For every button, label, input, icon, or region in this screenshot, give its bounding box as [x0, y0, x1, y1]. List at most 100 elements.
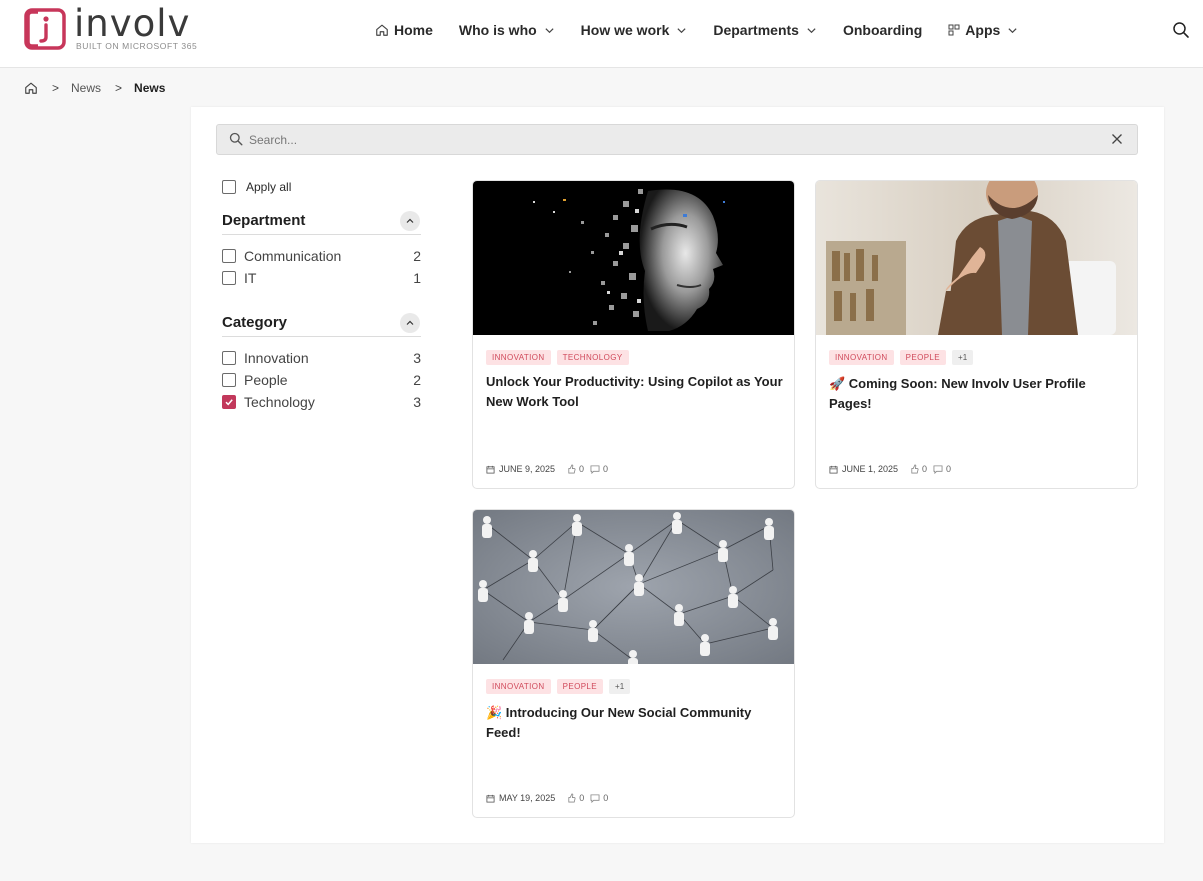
- collapse-button[interactable]: [400, 312, 420, 333]
- like-icon[interactable]: [910, 464, 919, 474]
- nav-who-is-who[interactable]: Who is who: [459, 22, 555, 38]
- header-search-button[interactable]: [1167, 16, 1195, 44]
- filter-group-title: Category: [222, 314, 288, 331]
- filter-checkbox[interactable]: [222, 271, 236, 285]
- filter-checkbox-checked[interactable]: [222, 395, 236, 409]
- nav-home-label: Home: [394, 22, 433, 38]
- news-card-date: JUNE 1, 2025: [842, 464, 899, 474]
- news-search-bar: [216, 124, 1138, 155]
- apply-all-checkbox[interactable]: [222, 180, 236, 194]
- news-card-comments: 0: [603, 793, 609, 803]
- apply-all-option[interactable]: Apply all: [222, 179, 421, 195]
- comment-icon[interactable]: [590, 464, 600, 474]
- filter-group-header[interactable]: Category: [222, 311, 421, 337]
- nav-how-we-work-label: How we work: [580, 22, 670, 38]
- news-card-likes: 0: [922, 464, 928, 474]
- nav-home[interactable]: Home: [375, 22, 433, 38]
- news-card-title[interactable]: 🎉 Introducing Our New Social Community F…: [486, 703, 784, 743]
- breadcrumb-current: News: [134, 81, 166, 95]
- calendar-icon: [486, 465, 495, 474]
- news-card-likes: 0: [579, 793, 585, 803]
- chevron-down-icon: [545, 27, 554, 33]
- tag-people[interactable]: PEOPLE: [556, 679, 604, 694]
- filter-option-communication[interactable]: Communication 2: [222, 245, 421, 267]
- calendar-icon: [486, 794, 495, 803]
- news-card-likes: 0: [579, 464, 585, 474]
- news-search-input[interactable]: [249, 125, 1089, 154]
- tag-innovation[interactable]: INNOVATION: [486, 679, 551, 694]
- news-card[interactable]: INNOVATION TECHNOLOGY Unlock Your Produc…: [472, 180, 795, 489]
- breadcrumb-item-news[interactable]: News: [71, 81, 101, 95]
- chevron-down-icon: [807, 27, 816, 33]
- logo-wordmark: involv: [74, 2, 191, 45]
- tag-people[interactable]: PEOPLE: [899, 350, 947, 365]
- nav-apps-label: Apps: [965, 22, 1001, 38]
- filter-option-count: 2: [413, 372, 421, 388]
- news-card-title[interactable]: 🚀 Coming Soon: New Involv User Profile P…: [829, 374, 1127, 414]
- filter-option-label: Innovation: [244, 350, 309, 366]
- collapse-button[interactable]: [400, 210, 420, 231]
- apply-all-label: Apply all: [246, 180, 292, 194]
- home-icon[interactable]: [24, 81, 38, 95]
- chevron-down-icon: [677, 27, 686, 33]
- filter-option-it[interactable]: IT 1: [222, 267, 421, 289]
- search-icon: [1173, 22, 1189, 38]
- logo[interactable]: involv BUILT ON MICROSOFT 365: [24, 2, 198, 52]
- apps-icon: [948, 24, 960, 36]
- tag-innovation[interactable]: INNOVATION: [486, 350, 551, 365]
- news-card-meta: JUNE 9, 2025 0 0: [486, 464, 608, 474]
- news-card-tags: INNOVATION PEOPLE +1: [486, 679, 631, 694]
- home-icon: [376, 24, 388, 36]
- nav-onboarding[interactable]: Onboarding: [843, 22, 922, 38]
- news-card-meta: JUNE 1, 2025 0 0: [829, 464, 951, 474]
- filter-group-category: Category Innovation 3 People 2 Technolog…: [222, 311, 421, 413]
- news-card-image[interactable]: [473, 181, 794, 335]
- like-icon[interactable]: [567, 793, 576, 803]
- filter-option-count: 3: [413, 350, 421, 366]
- clear-search-icon[interactable]: [1111, 133, 1123, 145]
- filter-group-title: Department: [222, 212, 306, 229]
- filter-option-people[interactable]: People 2: [222, 369, 421, 391]
- nav-who-is-who-label: Who is who: [458, 22, 537, 38]
- handshake-man-image: [816, 181, 1137, 335]
- news-card-date: MAY 19, 2025: [499, 793, 556, 803]
- chevron-down-icon: [1008, 27, 1017, 33]
- filter-option-count: 3: [413, 394, 421, 410]
- news-card[interactable]: INNOVATION PEOPLE +1 🚀 Coming Soon: New …: [815, 180, 1138, 489]
- like-icon[interactable]: [567, 464, 576, 474]
- news-card-title[interactable]: Unlock Your Productivity: Using Copilot …: [486, 372, 784, 412]
- filter-checkbox[interactable]: [222, 249, 236, 263]
- breadcrumb: > News > News: [24, 80, 165, 96]
- nav-onboarding-label: Onboarding: [842, 22, 923, 38]
- nav-departments[interactable]: Departments: [713, 22, 817, 38]
- digital-face-image: [473, 181, 794, 335]
- filter-group-header[interactable]: Department: [222, 209, 421, 235]
- filter-checkbox[interactable]: [222, 373, 236, 387]
- news-card-date: JUNE 9, 2025: [499, 464, 556, 474]
- filter-sidebar: Apply all Department Communication 2 IT …: [222, 179, 421, 413]
- network-figures-image: [473, 510, 794, 664]
- breadcrumb-separator: >: [52, 81, 60, 95]
- news-card-meta: MAY 19, 2025 0 0: [486, 793, 608, 803]
- comment-icon[interactable]: [590, 793, 600, 803]
- more-tags-badge[interactable]: +1: [952, 350, 974, 365]
- checkmark-icon: [225, 399, 233, 406]
- comment-icon[interactable]: [933, 464, 943, 474]
- search-icon: [229, 132, 243, 146]
- more-tags-badge[interactable]: +1: [609, 679, 631, 694]
- logo-tagline: BUILT ON MICROSOFT 365: [76, 41, 198, 51]
- nav-apps[interactable]: Apps: [948, 22, 1018, 38]
- filter-option-innovation[interactable]: Innovation 3: [222, 347, 421, 369]
- news-card-comments: 0: [603, 464, 609, 474]
- news-card[interactable]: INNOVATION PEOPLE +1 🎉 Introducing Our N…: [472, 509, 795, 818]
- news-card-image[interactable]: [473, 510, 794, 664]
- filter-option-technology[interactable]: Technology 3: [222, 391, 421, 413]
- filter-option-label: People: [244, 372, 288, 388]
- nav-how-we-work[interactable]: How we work: [581, 22, 688, 38]
- filter-checkbox[interactable]: [222, 351, 236, 365]
- news-card-image[interactable]: [816, 181, 1137, 335]
- tag-technology[interactable]: TECHNOLOGY: [556, 350, 629, 365]
- filter-option-label: Technology: [244, 394, 315, 410]
- news-card-comments: 0: [946, 464, 952, 474]
- tag-innovation[interactable]: INNOVATION: [829, 350, 894, 365]
